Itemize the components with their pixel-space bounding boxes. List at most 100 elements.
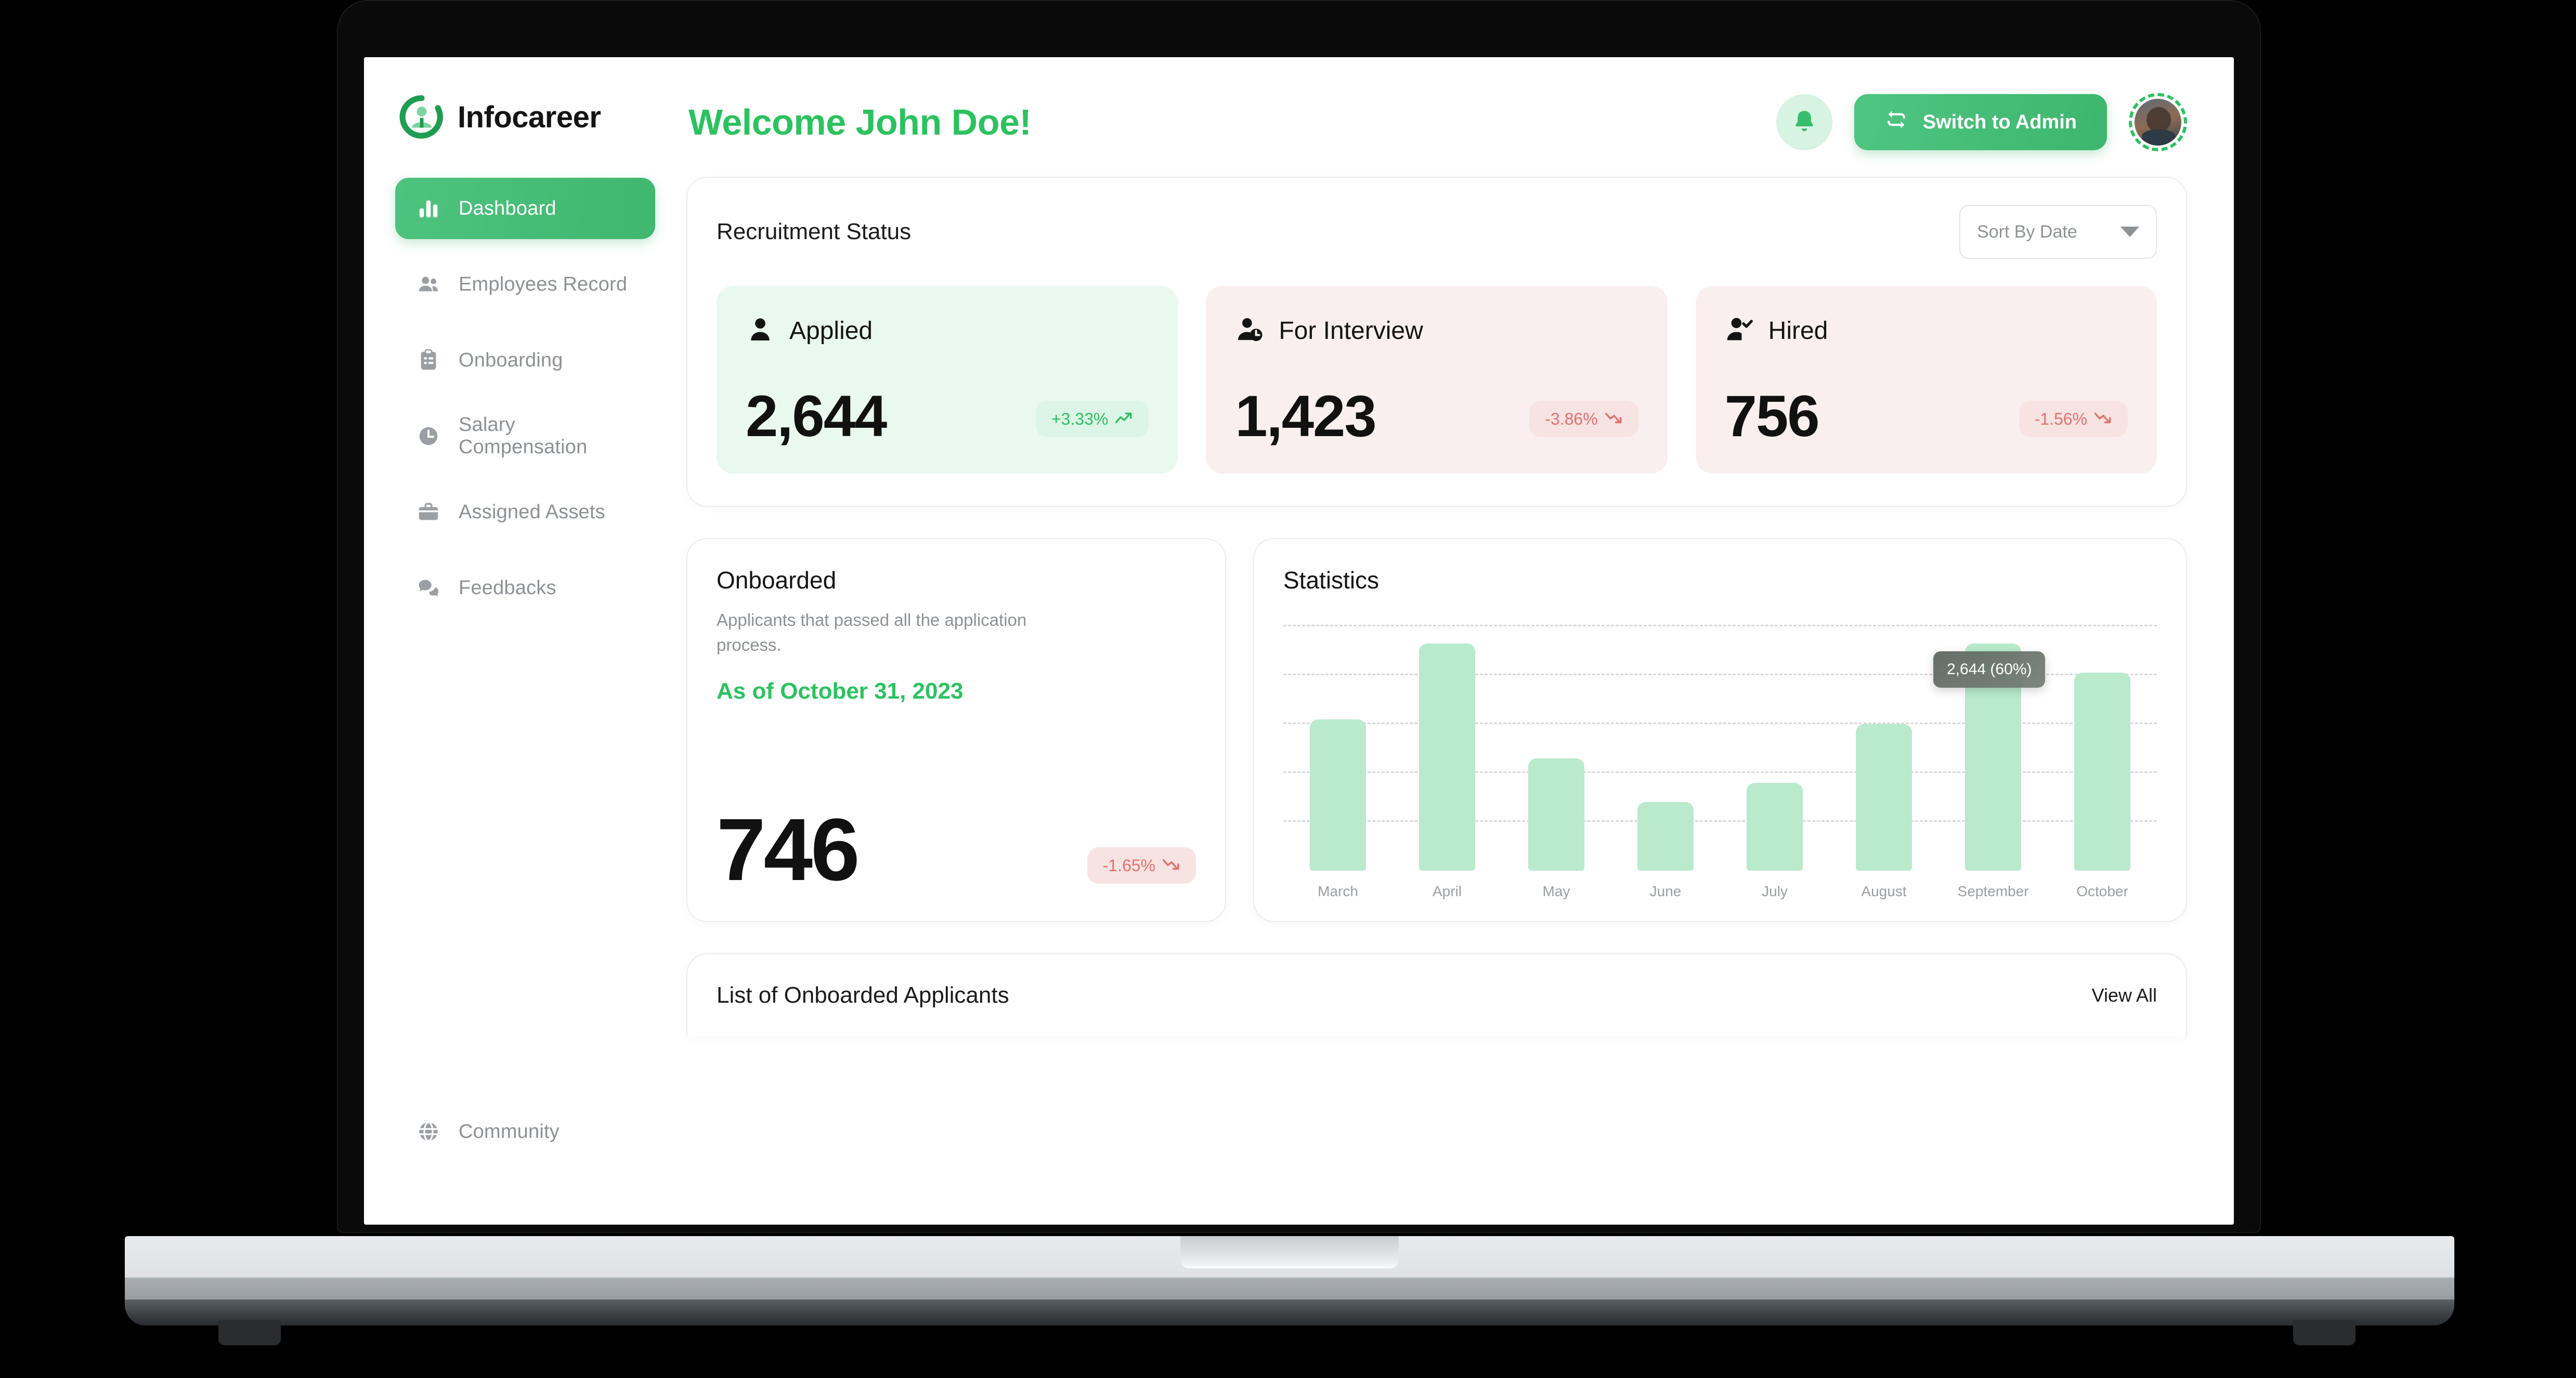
chart-bar-column[interactable] (1611, 626, 1720, 871)
chart-bar[interactable] (1310, 719, 1366, 871)
chart-x-label: June (1649, 883, 1682, 899)
stat-card-footer: 756 -1.56% (1725, 387, 2128, 445)
recruitment-header: Recruitment Status Sort By Date (717, 205, 2157, 259)
briefcase-icon (416, 500, 441, 524)
sidebar-item-onboarding[interactable]: Onboarding (395, 330, 655, 391)
chart-bar[interactable] (1856, 724, 1912, 871)
chart-bar[interactable] (1747, 782, 1803, 871)
status-badge: -1.56% (2019, 401, 2128, 437)
sidebar-item-salary-compensation[interactable]: Salary Compensation (395, 405, 655, 467)
sort-by-date-select[interactable]: Sort By Date (1959, 205, 2157, 259)
delta-value: +3.33% (1051, 409, 1109, 428)
brand-name: Infocareer (458, 100, 601, 134)
recruitment-cards: Applied 2,644 +3.33% For Interview 1,423… (717, 286, 2157, 474)
trend-down-icon (1162, 856, 1180, 875)
sidebar-item-dashboard[interactable]: Dashboard (395, 178, 655, 239)
stat-card-footer: 2,644 +3.33% (746, 387, 1149, 445)
chart-bar[interactable] (1637, 802, 1694, 871)
chat-icon (416, 575, 441, 600)
statistics-bar-chart: 2,644 (60%) (1283, 625, 2157, 871)
status-badge: -1.65% (1087, 847, 1196, 884)
stat-card-hired[interactable]: Hired 756 -1.56% (1695, 286, 2157, 474)
clock-icon (416, 424, 441, 449)
stat-card-label: Hired (1768, 317, 1828, 345)
delta-value: -1.65% (1102, 856, 1155, 875)
person-check-icon (1725, 315, 1754, 347)
chart-bar[interactable] (1419, 643, 1475, 871)
onboarded-value: 746 (717, 800, 860, 899)
switch-to-admin-label: Switch to Admin (1922, 111, 2077, 133)
mid-row: Onboarded Applicants that passed all the… (686, 538, 2187, 922)
chart-bar-column[interactable] (1829, 626, 1938, 871)
stat-card-header: For Interview (1235, 315, 1638, 347)
statistics-panel: Statistics 2,644 (60%) March April May June… (1253, 538, 2187, 922)
trend-up-icon (1115, 410, 1133, 429)
view-all-link[interactable]: View All (2092, 985, 2157, 1006)
bell-icon (1791, 108, 1818, 137)
chart-bar-column[interactable]: 2,644 (60%) (1933, 626, 2048, 871)
onboarded-title: Onboarded (717, 567, 837, 594)
onboarded-applicants-panel: List of Onboarded Applicants View All (686, 953, 2187, 1036)
people-icon (416, 272, 441, 297)
laptop-base-underside (125, 1300, 2454, 1325)
notifications-button[interactable] (1776, 94, 1832, 150)
chart-bar-column[interactable] (1720, 626, 1829, 871)
chart-x-label: July (1762, 883, 1788, 899)
recruitment-status-panel: Recruitment Status Sort By Date Applied … (686, 177, 2187, 507)
stat-card-header: Applied (746, 315, 1149, 347)
sidebar-item-feedbacks[interactable]: Feedbacks (395, 557, 655, 619)
sidebar: Infocareer Dashboard Employees Record On… (364, 57, 686, 1225)
person-icon (746, 315, 775, 347)
brand: Infocareer (364, 88, 686, 146)
onboarded-description: Applicants that passed all the applicati… (717, 610, 1027, 654)
sidebar-item-label: Assigned Assets (459, 501, 605, 523)
sidebar-item-employees-record[interactable]: Employees Record (395, 254, 655, 315)
sidebar-item-label: Community (459, 1120, 560, 1143)
clipboard-icon (416, 348, 441, 373)
laptop-screen: Infocareer Dashboard Employees Record On… (364, 57, 2234, 1225)
trend-down-icon (2094, 410, 2112, 429)
sidebar-item-label: Feedbacks (459, 576, 556, 599)
status-badge: -3.86% (1529, 401, 1638, 437)
laptop-base-notch (1180, 1236, 1399, 1268)
laptop-foot-right (2293, 1320, 2356, 1345)
sidebar-bottom: Community (364, 1101, 686, 1225)
chart-bar[interactable] (2074, 673, 2130, 871)
chart-x-label: May (1542, 883, 1570, 899)
stat-card-for-interview[interactable]: For Interview 1,423 -3.86% (1206, 286, 1668, 474)
top-bar: Welcome John Doe! Switch to Admin (686, 88, 2187, 156)
sidebar-item-label: Onboarding (459, 349, 563, 371)
chart-bar-column[interactable] (2048, 626, 2157, 871)
person-clock-icon (1235, 315, 1264, 347)
sidebar-item-assigned-assets[interactable]: Assigned Assets (395, 481, 655, 543)
avatar[interactable] (2129, 93, 2187, 151)
top-actions: Switch to Admin (1776, 93, 2187, 151)
dashboard-app: Infocareer Dashboard Employees Record On… (364, 57, 2234, 1225)
stat-card-label: For Interview (1279, 317, 1423, 345)
stat-card-value: 756 (1724, 384, 1820, 449)
chart-bar-column[interactable] (1393, 626, 1502, 871)
bar-chart-icon (416, 196, 441, 221)
onboarded-footer: 746 -1.65% (717, 800, 1196, 899)
chart-bar-column[interactable] (1283, 626, 1393, 871)
user-avatar-image (2135, 99, 2181, 146)
sidebar-item-community[interactable]: Community (395, 1101, 655, 1162)
sort-by-date-value: Sort By Date (1977, 221, 2077, 242)
sidebar-item-label: Employees Record (459, 273, 628, 295)
switch-to-admin-button[interactable]: Switch to Admin (1854, 94, 2107, 150)
stat-card-header: Hired (1725, 315, 2128, 347)
chart-bar-column[interactable] (1502, 626, 1611, 871)
laptop-foot-left (218, 1320, 281, 1345)
delta-value: -1.56% (2034, 409, 2087, 428)
stat-card-applied[interactable]: Applied 2,644 +3.33% (717, 286, 1178, 474)
stat-card-value: 1,423 (1235, 384, 1376, 449)
chart-bar[interactable] (1528, 758, 1584, 871)
laptop-device: Infocareer Dashboard Employees Record On… (0, 0, 2576, 1378)
chart-x-label: March (1318, 883, 1358, 899)
chart-x-label: August (1861, 883, 1907, 899)
globe-icon (416, 1119, 441, 1144)
onboarded-panel: Onboarded Applicants that passed all the… (686, 538, 1226, 922)
chart-x-label: September (1957, 883, 2029, 899)
onboarded-as-of-date: As of October 31, 2023 (717, 678, 964, 704)
stat-card-label: Applied (789, 317, 873, 345)
